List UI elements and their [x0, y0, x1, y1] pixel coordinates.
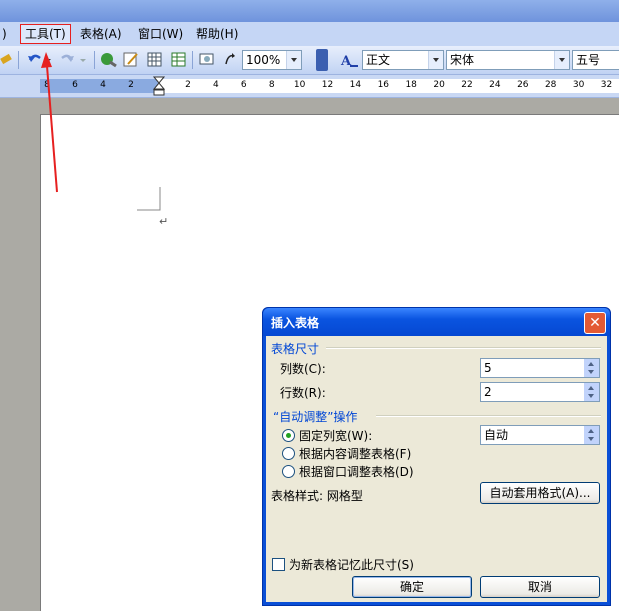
- table-style-label: 表格样式: 网格型: [271, 489, 363, 503]
- fixed-width-label[interactable]: 固定列宽(W):: [299, 427, 372, 444]
- ruler-number: 12: [321, 80, 334, 90]
- dialog-titlebar[interactable]: 插入表格 ✕: [263, 308, 610, 336]
- columns-value: 5: [484, 361, 492, 375]
- ruler-number: 2: [185, 80, 191, 90]
- hyperlink-icon[interactable]: [100, 50, 118, 70]
- ruler-number: 4: [213, 80, 219, 90]
- rows-stepper[interactable]: 2: [480, 382, 600, 402]
- group-divider: [326, 347, 601, 349]
- spin-arrows-icon[interactable]: [584, 383, 599, 401]
- insert-excel-icon[interactable]: [170, 50, 188, 70]
- group-divider: [376, 415, 601, 417]
- fit-window-label[interactable]: 根据窗口调整表格(D): [299, 463, 414, 480]
- remember-size-label[interactable]: 为新表格记忆此尺寸(S): [289, 556, 414, 573]
- ruler-number: 6: [72, 80, 78, 90]
- ruler-number: 6: [240, 80, 247, 90]
- format-painter-icon[interactable]: [0, 50, 14, 70]
- autofit-group-label: “自动调整”操作: [273, 410, 358, 424]
- page-corner-mark: [137, 187, 161, 211]
- font-select[interactable]: 宋体: [446, 50, 570, 70]
- font-size-select[interactable]: 五号: [572, 50, 619, 70]
- horizontal-ruler[interactable]: 8642 2 4 6 8 10 12 14 16 18 20 22 24 26 28 30 32: [0, 75, 619, 98]
- ruler-number: 26: [517, 80, 529, 90]
- ruler-number: 8: [44, 80, 50, 90]
- font-size-value: 五号: [576, 53, 601, 67]
- toolbar-options-icon[interactable]: [316, 49, 328, 71]
- menu-item-partial[interactable]: ): [0, 25, 11, 43]
- indent-marker-icon[interactable]: [152, 76, 166, 99]
- show-hide-icon[interactable]: [222, 50, 238, 70]
- redo-icon[interactable]: [58, 50, 88, 70]
- toolbar-separator: [192, 51, 193, 69]
- fixed-width-radio[interactable]: [282, 429, 295, 442]
- spin-arrows-icon[interactable]: [584, 426, 599, 444]
- ruler-number: 10: [293, 80, 306, 90]
- toolbar-separator: [94, 51, 95, 69]
- ruler-number: 2: [128, 80, 134, 90]
- cancel-button[interactable]: 取消: [480, 576, 600, 598]
- dialog-title: 插入表格: [271, 316, 320, 330]
- tables-borders-icon[interactable]: [122, 50, 140, 70]
- ruler-number: 18: [405, 80, 417, 90]
- drawing-icon[interactable]: [198, 50, 216, 70]
- rows-value: 2: [484, 385, 492, 399]
- remember-size-checkbox[interactable]: [272, 558, 285, 571]
- window-titlebar: [0, 0, 619, 22]
- ruler-number: 20: [433, 80, 445, 90]
- fit-content-label[interactable]: 根据内容调整表格(F): [299, 445, 411, 462]
- fit-window-radio[interactable]: [282, 465, 295, 478]
- insert-table-icon[interactable]: [146, 50, 164, 70]
- menu-item-help[interactable]: 帮助(H): [192, 25, 242, 43]
- menu-item-tools[interactable]: 工具(T): [20, 24, 71, 44]
- chevron-down-icon[interactable]: [554, 51, 569, 69]
- toolbar-separator: [18, 51, 19, 69]
- font-value: 宋体: [450, 53, 475, 67]
- menu-item-window[interactable]: 窗口(W): [134, 25, 187, 43]
- ruler-number: 4: [100, 80, 106, 90]
- menu-bar: ) 工具(T) 表格(A) 窗口(W) 帮助(H): [0, 22, 619, 47]
- autoformat-button[interactable]: 自动套用格式(A)...: [480, 482, 600, 504]
- undo-icon[interactable]: [26, 50, 54, 70]
- ruler-number: 24: [489, 80, 501, 90]
- ruler-number: 8: [268, 80, 275, 90]
- close-icon[interactable]: ✕: [584, 312, 606, 334]
- menu-item-table[interactable]: 表格(A): [76, 25, 126, 43]
- dialog-body: 表格尺寸 列数(C): 5 行数(R): 2 “自动调整”操作 固定列宽(W):…: [266, 336, 607, 602]
- ruler-number: 22: [461, 80, 473, 90]
- chevron-down-icon[interactable]: [428, 51, 443, 69]
- ruler-number: 28: [544, 80, 557, 90]
- fixed-width-value: 自动: [484, 428, 509, 442]
- paragraph-mark: ↵: [159, 215, 169, 228]
- rows-label: 行数(R):: [280, 386, 326, 400]
- ruler-number: 16: [377, 80, 390, 90]
- style-value: 正文: [366, 53, 391, 67]
- columns-label: 列数(C):: [280, 362, 326, 376]
- zoom-value: 100%: [246, 53, 281, 67]
- ruler-number: 14: [349, 80, 362, 90]
- fit-content-radio[interactable]: [282, 447, 295, 460]
- insert-table-dialog: 插入表格 ✕ 表格尺寸 列数(C): 5 行数(R): 2 “自动调整”操作 固…: [262, 307, 611, 606]
- fixed-width-stepper[interactable]: 自动: [480, 425, 600, 445]
- style-select[interactable]: 正文: [362, 50, 444, 70]
- styles-formatting-icon[interactable]: A: [340, 50, 360, 70]
- spin-arrows-icon[interactable]: [584, 359, 599, 377]
- chevron-down-icon[interactable]: [286, 51, 301, 69]
- zoom-select[interactable]: 100%: [242, 50, 302, 70]
- size-group-label: 表格尺寸: [271, 342, 320, 356]
- formatting-toolbar: 100% A 正文 宋体 五号: [0, 46, 619, 75]
- columns-stepper[interactable]: 5: [480, 358, 600, 378]
- ruler-number: 32: [600, 80, 613, 90]
- ok-button[interactable]: 确定: [352, 576, 472, 598]
- ruler-number: 30: [572, 80, 585, 90]
